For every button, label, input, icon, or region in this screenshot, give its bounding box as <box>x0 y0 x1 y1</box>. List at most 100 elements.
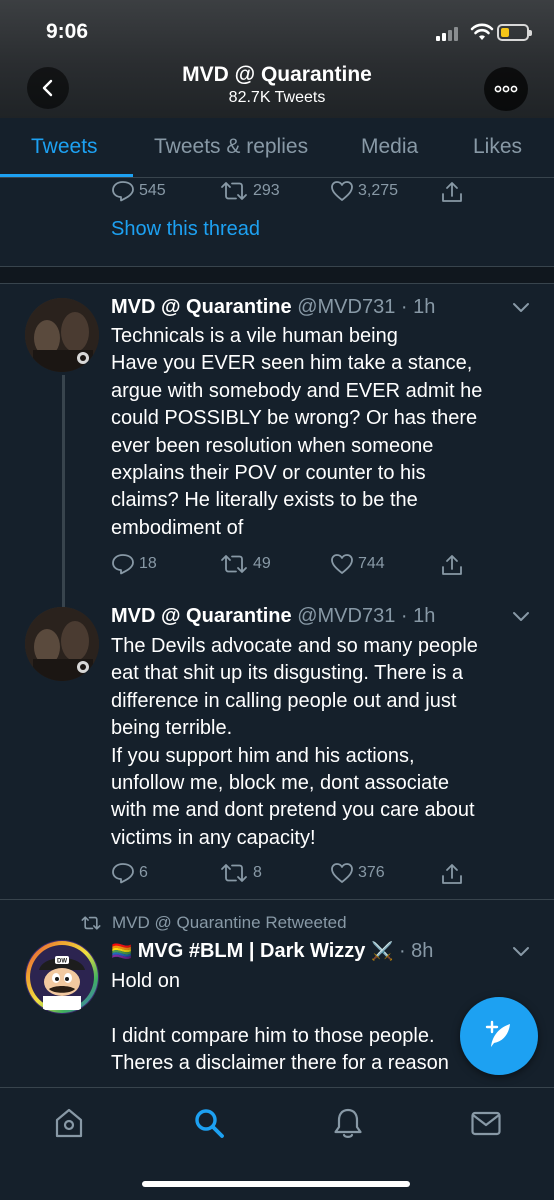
like-count: 376 <box>358 864 385 881</box>
home-icon[interactable] <box>52 1106 86 1140</box>
chevron-down-icon[interactable] <box>512 946 530 958</box>
reply-icon <box>112 181 134 202</box>
page-title: MVD @ Quarantine <box>182 63 372 86</box>
tweet-text: Hold on I didnt compare him to those peo… <box>111 968 521 1078</box>
retweet-icon <box>81 916 101 930</box>
ellipsis-icon <box>494 85 518 93</box>
share-button[interactable] <box>441 180 467 204</box>
show-thread-link[interactable]: Show this thread <box>111 218 260 241</box>
tab-tweets[interactable]: Tweets <box>31 135 98 159</box>
tab-media[interactable]: Media <box>361 135 418 159</box>
reply-icon <box>112 863 134 884</box>
tweet-line <box>111 995 521 1022</box>
tweet-actions: 6 8 376 <box>111 862 551 892</box>
tweet-text: Technicals is a vile human being Have yo… <box>111 323 521 542</box>
more-options-button[interactable] <box>484 67 528 111</box>
reply-icon <box>112 554 134 575</box>
tweet-count: 82.7K Tweets <box>228 89 326 106</box>
like-count: 3,275 <box>358 182 399 199</box>
retweet-count: 8 <box>253 864 262 881</box>
tweet-actions: 18 49 744 <box>111 553 551 583</box>
reply-button[interactable]: 6 <box>111 862 148 884</box>
notifications-icon[interactable] <box>331 1106 365 1140</box>
reply-button[interactable]: 18 <box>111 553 157 575</box>
share-icon <box>442 555 462 575</box>
avatar-photo <box>25 607 99 681</box>
tweet-line: being terrible. <box>111 717 233 740</box>
tweet-line: with me and dont pretend you care about <box>111 799 475 822</box>
tweet-line: If you support him and his actions, <box>111 744 415 767</box>
share-button[interactable] <box>441 553 467 577</box>
retweet-icon <box>221 555 247 573</box>
messages-icon[interactable] <box>469 1106 503 1140</box>
wifi-icon <box>470 23 494 40</box>
tweet-line: Hold on <box>111 970 180 992</box>
compose-tweet-button[interactable] <box>460 997 538 1075</box>
tweet-text: The Devils advocate and so many people e… <box>111 633 521 852</box>
retweet-button[interactable]: 49 <box>219 553 271 575</box>
tweet-line: argue with somebody and EVER admit he <box>111 379 483 402</box>
avatar-badge-text: DW <box>57 959 67 965</box>
avatar-photo <box>25 298 99 372</box>
like-button[interactable]: 744 <box>330 553 385 575</box>
like-button[interactable]: 3,275 <box>330 180 398 202</box>
reply-count: 18 <box>139 555 157 572</box>
share-button[interactable] <box>441 862 467 886</box>
avatar-illustration: DW <box>26 941 98 1013</box>
active-tab-indicator <box>0 174 133 177</box>
tweet-header: 🏳️‍🌈 MVG #BLM | Dark Wizzy ⚔️ · 8h <box>111 940 433 963</box>
reply-button[interactable]: 545 <box>111 180 166 202</box>
tweet-line: explains their POV or counter to his <box>111 462 426 485</box>
thread-connector <box>62 375 65 610</box>
tweet-header: MVD @ Quarantine @MVD731 · 1h <box>111 605 435 628</box>
share-icon <box>442 182 462 202</box>
reply-count: 6 <box>139 864 148 881</box>
heart-icon <box>331 181 353 201</box>
tweet-line: ever been resolution when someone <box>111 434 434 457</box>
retweet-count: 49 <box>253 555 271 572</box>
tab-tweets-and-replies[interactable]: Tweets & replies <box>154 135 308 159</box>
tweet-line: Theres a disclaimer there for a reason <box>111 1052 449 1075</box>
section-divider <box>0 266 554 284</box>
tab-likes[interactable]: Likes <box>473 135 522 159</box>
avatar[interactable] <box>25 607 99 681</box>
share-icon <box>442 864 462 884</box>
like-button[interactable]: 376 <box>330 862 385 884</box>
retweet-count: 293 <box>253 182 280 199</box>
handle-and-time: · 8h <box>398 940 434 962</box>
handle-and-time: @MVD731 · 1h <box>297 605 436 627</box>
avatar[interactable] <box>25 298 99 372</box>
retweet-button[interactable]: 293 <box>219 180 280 202</box>
chevron-down-icon[interactable] <box>512 302 530 314</box>
tweet-line: victims in any capacity! <box>111 826 316 849</box>
tweet-line: Have you EVER seen him take a stance, <box>111 352 473 375</box>
cellular-signal-icon <box>436 27 462 41</box>
search-icon[interactable] <box>192 1106 226 1140</box>
like-count: 744 <box>358 555 385 572</box>
display-name[interactable]: MVD @ Quarantine <box>111 296 292 318</box>
tweet-line: The Devils advocate and so many people <box>111 635 478 657</box>
tweet-line: embodiment of <box>111 516 244 539</box>
retweet-icon <box>221 182 247 200</box>
home-indicator[interactable] <box>142 1181 410 1187</box>
display-name[interactable]: MVD @ Quarantine <box>111 605 292 627</box>
retweeted-by-text: MVD @ Quarantine Retweeted <box>112 913 347 932</box>
tweet-line: could POSSIBLY be wrong? Or has there <box>111 407 478 430</box>
pride-flag-icon: 🏳️‍🌈 <box>111 942 133 961</box>
heart-icon <box>331 863 353 883</box>
crossed-swords-icon: ⚔️ <box>370 941 394 961</box>
status-time: 9:06 <box>46 20 89 43</box>
tweet-actions: 545 293 3,275 <box>111 180 551 210</box>
reply-count: 545 <box>139 182 166 199</box>
chevron-down-icon[interactable] <box>512 611 530 623</box>
heart-icon <box>331 554 353 574</box>
retweet-icon <box>221 864 247 882</box>
tweet-divider <box>0 899 554 900</box>
tweet-line: claims? He literally exists to be the <box>111 489 418 512</box>
retweet-button[interactable]: 8 <box>219 862 262 884</box>
profile-tabs: Tweets Tweets & replies Media Likes <box>0 118 554 178</box>
avatar[interactable]: DW <box>25 940 99 1014</box>
display-name[interactable]: MVG #BLM | Dark Wizzy <box>138 940 366 962</box>
retweeted-by-label: MVD @ Quarantine Retweeted <box>80 913 347 933</box>
tweet-line: unfollow me, block me, dont associate <box>111 772 449 795</box>
